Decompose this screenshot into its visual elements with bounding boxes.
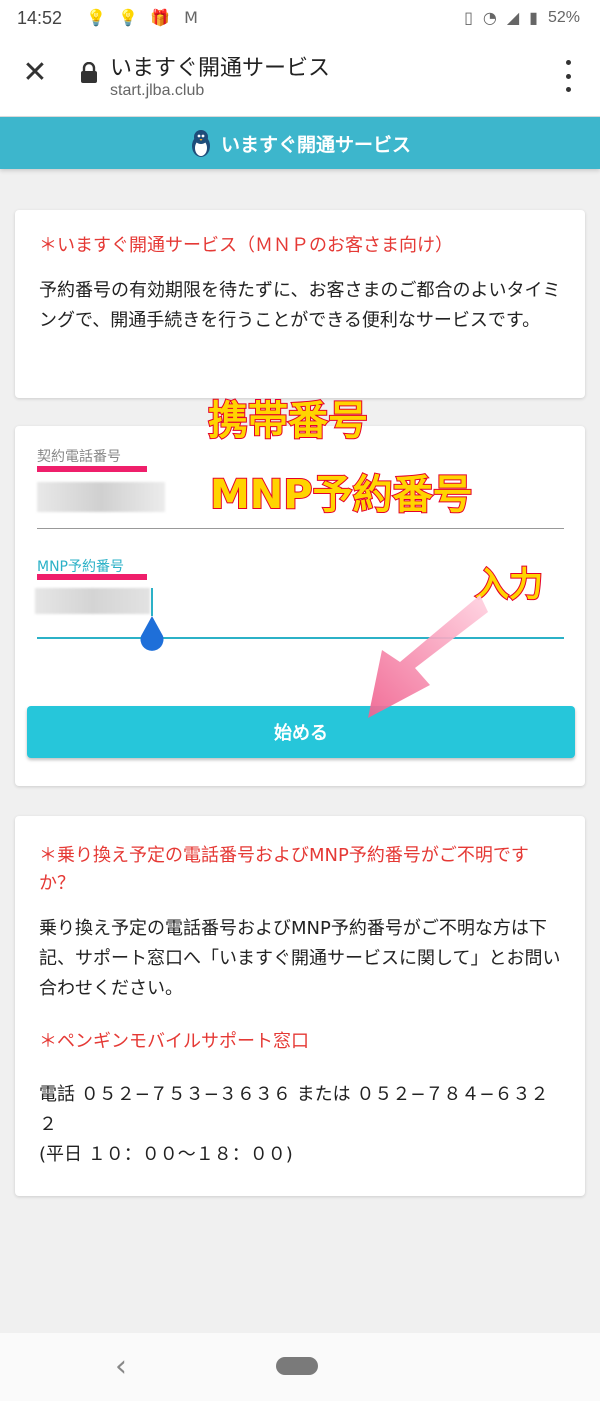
support-title: ＊ペンギンモバイルサポート窓口: [39, 1031, 309, 1052]
phone-label: 契約電話番号: [37, 449, 121, 465]
intro-card: ＊いますぐ開通サービス（ＭＮＰのお客さま向け） 予約番号の有効期限を待たずに、お…: [15, 210, 585, 398]
penguin-logo-icon: [191, 130, 210, 157]
mnp-label: MNP予約番号: [37, 559, 124, 575]
browser-toolbar: ✕ いますぐ開通サービス start.jlba.club: [0, 36, 600, 117]
browser-url: start.jlba.club: [110, 82, 205, 99]
start-button[interactable]: 始める: [27, 706, 575, 758]
lock-icon: [81, 62, 97, 83]
close-icon[interactable]: ✕: [20, 58, 50, 88]
browser-page-title: いますぐ開通サービス: [110, 56, 331, 81]
help-body: 乗り換え予定の電話番号およびMNP予約番号がご不明な方は下記、サポート窓口へ「い…: [39, 918, 561, 999]
mnp-label-highlight: [37, 574, 147, 580]
vibrate-icon: ▯: [464, 8, 473, 27]
lightbulb-icon: 💡: [86, 8, 106, 27]
site-header: いますぐ開通サービス: [0, 117, 600, 169]
cursor-handle-icon[interactable]: [137, 614, 167, 654]
back-icon[interactable]: ‹: [115, 1349, 127, 1384]
gmail-icon: M: [184, 8, 198, 27]
text-caret: [151, 588, 153, 616]
mnp-input-value[interactable]: [35, 588, 150, 614]
help-card: ＊乗り換え予定の電話番号およびMNP予約番号がご不明ですか？ 乗り換え予定の電話…: [15, 816, 585, 1196]
status-bar: 14:52 💡 💡 🎁 M ▯ ◔ ◢ ▮ 52%: [0, 0, 600, 36]
gift-icon: 🎁: [150, 8, 170, 27]
signal-icon: ◢: [506, 8, 520, 27]
phone-input-underline: [37, 528, 564, 529]
annotation-phone: 携帯番号: [207, 397, 369, 445]
phone-label-highlight: [37, 466, 147, 472]
phone-input-value[interactable]: [37, 482, 165, 512]
site-header-title: いますぐ開通サービス: [220, 133, 411, 156]
intro-body: 予約番号の有効期限を待たずに、お客さまのご都合のよいタイミングで、開通手続きを行…: [39, 280, 561, 331]
intro-title: ＊いますぐ開通サービス（ＭＮＰのお客さま向け）: [39, 235, 453, 256]
status-time: 14:52: [17, 8, 63, 28]
wifi-icon: ◔: [482, 8, 497, 27]
battery-icon: ▮: [529, 8, 538, 27]
home-pill-icon[interactable]: [276, 1357, 318, 1375]
system-nav-bar: ‹: [0, 1333, 600, 1401]
support-hours: (平日 １０：００〜１８：００): [39, 1144, 293, 1165]
arrow-icon: [368, 595, 488, 718]
help-title: ＊乗り換え予定の電話番号およびMNP予約番号がご不明ですか？: [39, 845, 529, 894]
battery-percent: 52%: [547, 8, 580, 26]
more-menu-icon[interactable]: [558, 60, 578, 92]
support-phone: 電話 ０５２−７５３−３６３６ または ０５２−７８４−６３２２: [39, 1084, 549, 1135]
annotation-mnp: MNP予約番号: [209, 471, 474, 519]
lightbulb-icon: 💡: [118, 8, 138, 27]
